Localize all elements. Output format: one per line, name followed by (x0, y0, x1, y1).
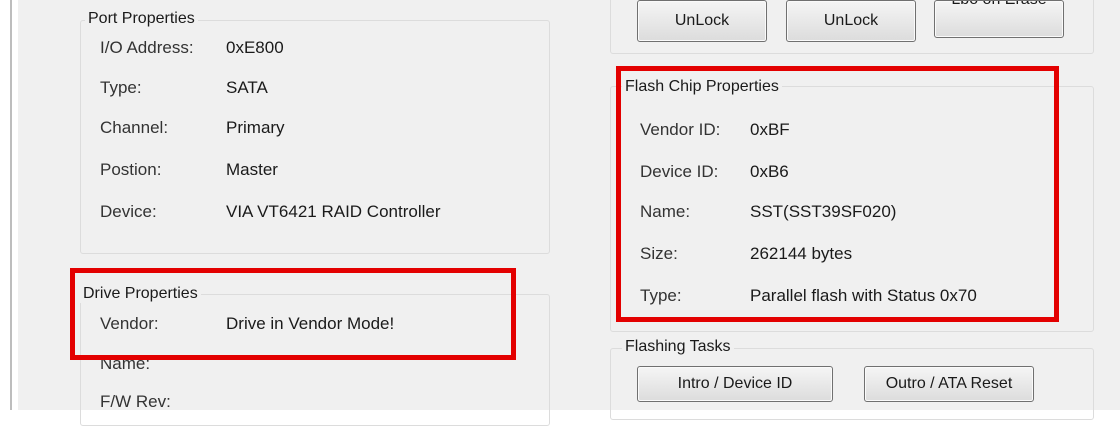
unlock-button-2[interactable]: UnLock (786, 0, 916, 42)
unlock-button-1[interactable]: UnLock (637, 0, 767, 42)
flash-chip-highlight (616, 66, 1059, 322)
position-label: Postion: (100, 160, 162, 179)
io-address-label: I/O Address: (100, 38, 194, 57)
position-value: Master (226, 160, 278, 179)
channel-label: Channel: (100, 118, 169, 137)
window-left-border (10, 0, 12, 410)
flashing-tasks-title: Flashing Tasks (622, 338, 734, 356)
channel-value: Primary (226, 118, 285, 137)
fw-rev-label: F/W Rev: (100, 392, 171, 411)
device-value: VIA VT6421 RAID Controller (226, 202, 441, 221)
lbo-on-erase-label: Lbo on Erase (951, 1, 1046, 9)
type-value: SATA (226, 78, 268, 97)
outro-ata-reset-button[interactable]: Outro / ATA Reset (864, 366, 1034, 402)
intro-device-id-button[interactable]: Intro / Device ID (637, 366, 833, 402)
lbo-on-erase-button[interactable]: Lbo on Erase (934, 0, 1064, 38)
type-label: Type: (100, 78, 142, 97)
io-address-value: 0xE800 (226, 38, 284, 57)
drive-properties-highlight (70, 268, 516, 360)
port-properties-title: Port Properties (85, 10, 198, 28)
device-label: Device: (100, 202, 157, 221)
